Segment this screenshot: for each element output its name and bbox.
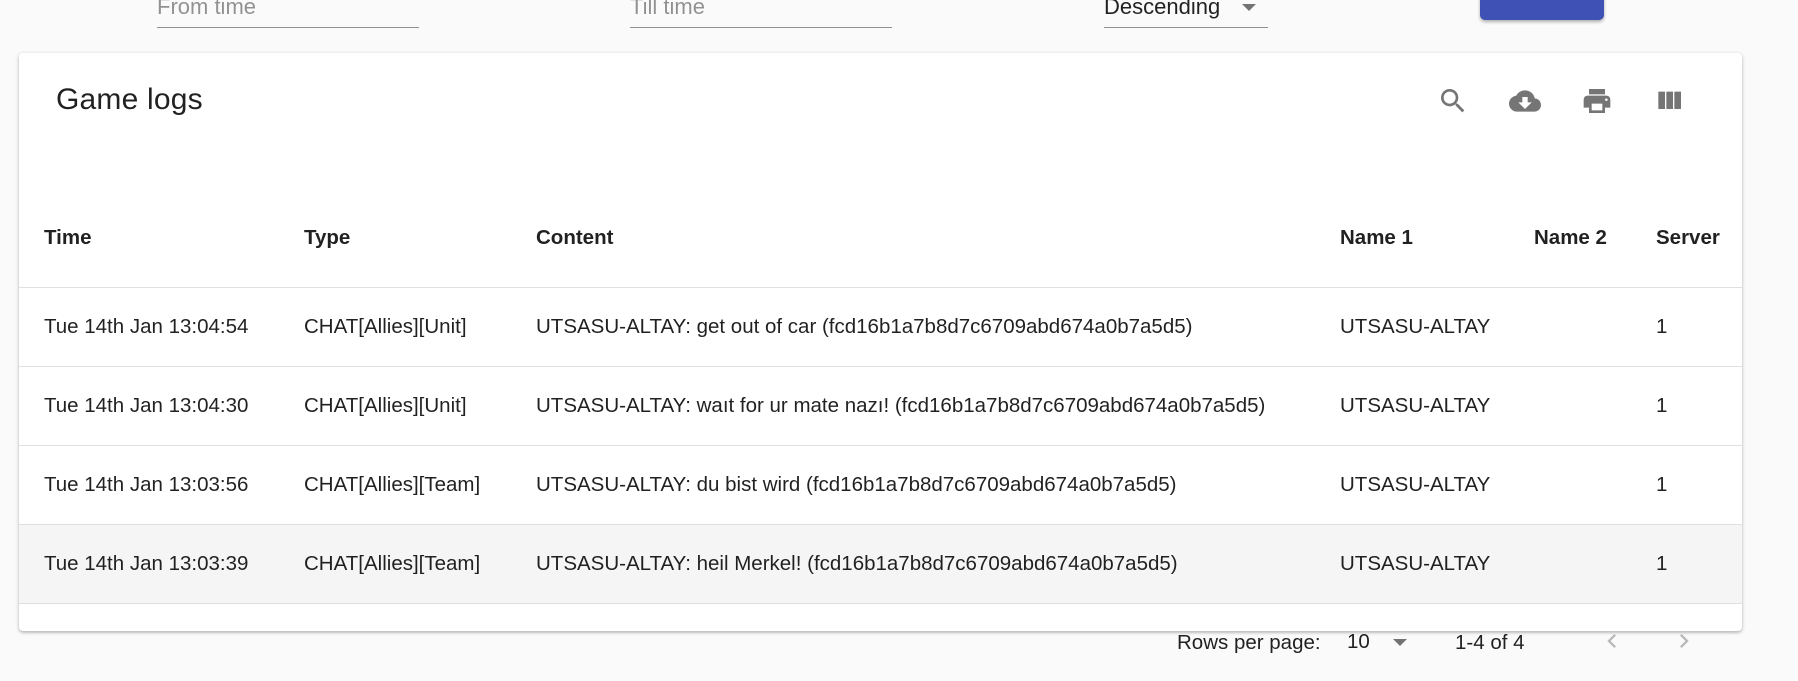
view-column-icon [1658, 91, 1681, 109]
cell-name1: UTSASU-ALTAY [1340, 366, 1534, 446]
cell-server: 1 [1656, 445, 1742, 525]
rows-per-page-select[interactable]: 10 [1347, 627, 1407, 657]
cell-server: 1 [1656, 366, 1742, 446]
from-time-field[interactable]: From time [157, 0, 419, 28]
cell-name2 [1534, 524, 1656, 604]
cell-type: CHAT[Allies][Unit] [304, 287, 536, 367]
cell-name2 [1534, 445, 1656, 525]
search-icon [1441, 89, 1465, 113]
cell-name1: UTSASU-ALTAY [1340, 524, 1534, 604]
cell-name2 [1534, 287, 1656, 367]
dropdown-arrow-icon [1393, 639, 1407, 646]
cell-time: Tue 14th Jan 13:03:56 [19, 445, 304, 525]
header-type[interactable]: Type [304, 190, 536, 288]
cell-server: 1 [1656, 524, 1742, 604]
pagination-bar: Rows per page: 10 1-4 of 4 [19, 601, 1742, 681]
game-logs-card: Game logs Time Type Content Name 1 Name … [19, 53, 1742, 654]
till-time-field[interactable]: Till time [630, 0, 892, 28]
chevron-left-icon [1607, 634, 1616, 648]
header-time[interactable]: Time [19, 190, 304, 288]
cell-name2 [1534, 366, 1656, 446]
sort-order-value: Descending [1104, 0, 1221, 19]
cloud-download-icon [1509, 90, 1541, 112]
cell-time: Tue 14th Jan 13:04:30 [19, 366, 304, 446]
rows-per-page-label: Rows per page: [1177, 631, 1321, 654]
from-time-placeholder: From time [157, 0, 256, 19]
cell-time: Tue 14th Jan 13:04:54 [19, 287, 304, 367]
cell-type: CHAT[Allies][Team] [304, 445, 536, 525]
previous-page-button[interactable] [1590, 619, 1634, 663]
cell-content: UTSASU-ALTAY: waıt for ur mate nazı! (fc… [536, 366, 1340, 446]
table-row[interactable]: Tue 14th Jan 13:04:54 CHAT[Allies][Unit]… [19, 287, 1742, 367]
print-icon [1583, 89, 1611, 113]
rows-per-page-value: 10 [1347, 630, 1370, 653]
sort-order-select[interactable]: Descending [1104, 0, 1268, 28]
view-columns-button[interactable] [1645, 77, 1693, 125]
print-button[interactable] [1573, 77, 1621, 125]
load-logs-button[interactable] [1480, 0, 1604, 20]
till-time-placeholder: Till time [630, 0, 705, 19]
chevron-right-icon [1680, 634, 1689, 648]
filters-bar: From time Till time Descending [0, 0, 1798, 52]
cell-content: UTSASU-ALTAY: get out of car (fcd16b1a7b… [536, 287, 1340, 367]
cell-name1: UTSASU-ALTAY [1340, 287, 1534, 367]
page-title: Game logs [56, 83, 203, 116]
cell-type: CHAT[Allies][Team] [304, 524, 536, 604]
cell-content: UTSASU-ALTAY: du bist wird (fcd16b1a7b8d… [536, 445, 1340, 525]
dropdown-arrow-icon [1242, 4, 1256, 11]
pagination-range: 1-4 of 4 [1455, 631, 1525, 654]
cell-name1: UTSASU-ALTAY [1340, 445, 1534, 525]
table-row[interactable]: Tue 14th Jan 13:03:56 CHAT[Allies][Team]… [19, 445, 1742, 525]
cell-time: Tue 14th Jan 13:03:39 [19, 524, 304, 604]
download-csv-button[interactable] [1501, 77, 1549, 125]
table-row[interactable]: Tue 14th Jan 13:04:30 CHAT[Allies][Unit]… [19, 366, 1742, 446]
logs-table: Time Type Content Name 1 Name 2 Server T… [19, 190, 1742, 604]
table-row[interactable]: Tue 14th Jan 13:03:39 CHAT[Allies][Team]… [19, 524, 1742, 604]
cell-type: CHAT[Allies][Unit] [304, 366, 536, 446]
header-server[interactable]: Server [1656, 190, 1742, 288]
search-button[interactable] [1429, 77, 1477, 125]
header-name1[interactable]: Name 1 [1340, 190, 1534, 288]
header-name2[interactable]: Name 2 [1534, 190, 1656, 288]
table-header-row: Time Type Content Name 1 Name 2 Server [19, 190, 1742, 288]
header-content[interactable]: Content [536, 190, 1340, 288]
cell-server: 1 [1656, 287, 1742, 367]
cell-content: UTSASU-ALTAY: heil Merkel! (fcd16b1a7b8d… [536, 524, 1340, 604]
next-page-button[interactable] [1662, 619, 1706, 663]
